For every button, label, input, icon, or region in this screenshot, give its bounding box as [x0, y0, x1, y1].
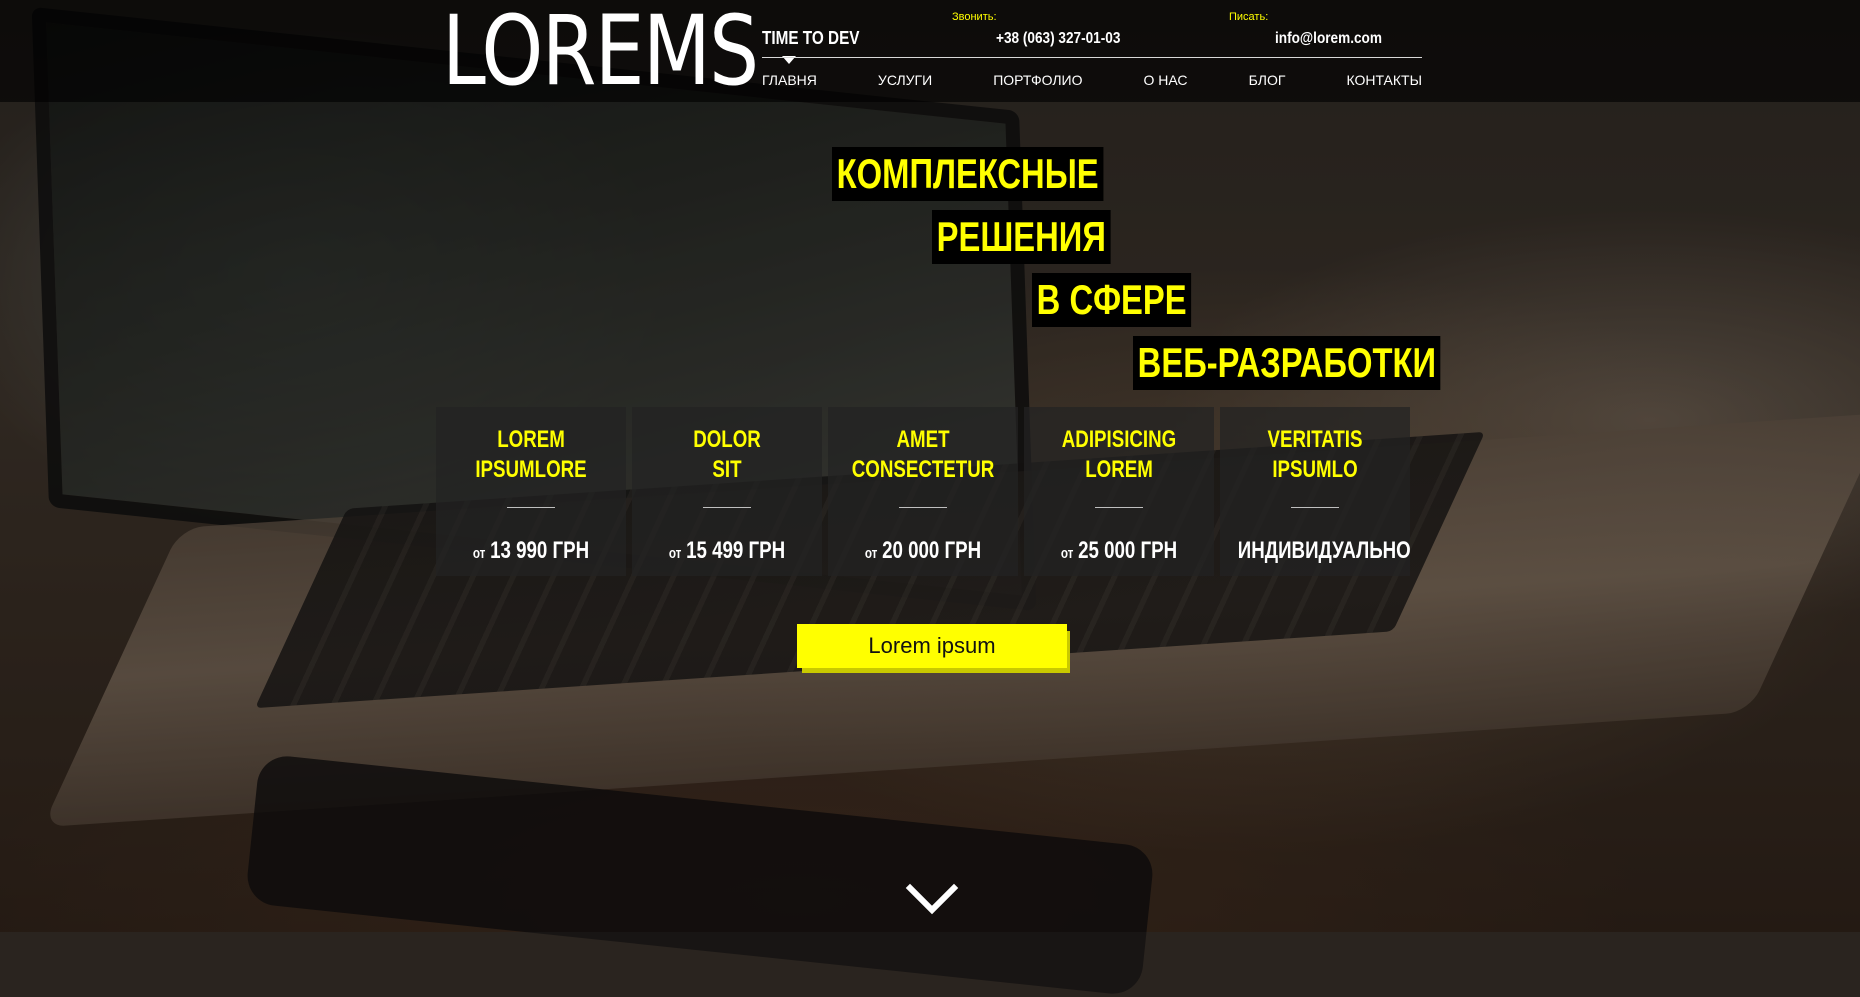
price-card[interactable]: LOREM IPSUMLORE от 13 990 ГРН	[436, 407, 626, 576]
card-price: от 25 000 ГРН	[1060, 537, 1178, 564]
card-divider	[899, 507, 947, 508]
card-divider	[703, 507, 751, 508]
hero-title-line-3: В СФЕРЕ	[1032, 273, 1192, 327]
card-title: ADIPISICING LOREM	[1061, 426, 1177, 483]
price-cards: LOREM IPSUMLORE от 13 990 ГРН DOLOR SIT от 1…	[436, 407, 1411, 576]
nav-item-portfolio[interactable]: ПОРТФОЛИО	[993, 72, 1082, 88]
card-divider	[1095, 507, 1143, 508]
phone-number[interactable]: +38 (063) 327-01-03	[996, 30, 1120, 48]
card-title: DOLOR SIT	[693, 426, 761, 483]
nav-item-blog[interactable]: БЛОГ	[1249, 72, 1286, 88]
nav-item-home[interactable]: ГЛАВНЯ	[762, 72, 817, 88]
card-price: от 15 499 ГРН	[668, 537, 786, 564]
hero-title-line-2: РЕШЕНИЯ	[932, 210, 1111, 264]
card-title: LOREM IPSUMLORE	[475, 426, 587, 483]
tagline: TIME TO DEV	[762, 28, 860, 48]
card-divider	[507, 507, 555, 508]
nav-item-services[interactable]: УСЛУГИ	[878, 72, 932, 88]
chevron-down-icon[interactable]	[905, 880, 959, 920]
email-label: Писать:	[1229, 11, 1269, 23]
card-price: ИНДИВИДУАЛЬНО	[1237, 537, 1411, 564]
card-title: AMET CONSECTETUR	[851, 426, 995, 483]
phone-label: Звонить:	[952, 11, 997, 23]
site-logo[interactable]: LOREMS	[442, 0, 759, 102]
price-card[interactable]: AMET CONSECTETUR от 20 000 ГРН	[828, 407, 1018, 576]
card-divider	[1291, 507, 1339, 508]
hero-title-line-1: КОМПЛЕКСНЫЕ	[832, 147, 1104, 201]
nav-item-contacts[interactable]: КОНТАКТЫ	[1346, 72, 1422, 88]
main-nav: ГЛАВНЯ УСЛУГИ ПОРТФОЛИО О НАС БЛОГ КОНТА…	[762, 72, 1422, 88]
hero-title-line-4: ВЕБ-РАЗРАБОТКИ	[1133, 336, 1441, 390]
price-card[interactable]: DOLOR SIT от 15 499 ГРН	[632, 407, 822, 576]
site-header: LOREMS TIME TO DEV Звонить: +38 (063) 32…	[0, 0, 1860, 102]
email-address[interactable]: info@lorem.com	[1275, 30, 1382, 48]
card-title: VERITATIS IPSUMLO	[1267, 426, 1363, 483]
card-price: от 13 990 ГРН	[472, 537, 590, 564]
header-divider	[762, 57, 1422, 58]
price-card[interactable]: ADIPISICING LOREM от 25 000 ГРН	[1024, 407, 1214, 576]
card-price: от 20 000 ГРН	[864, 537, 982, 564]
price-card[interactable]: VERITATIS IPSUMLO ИНДИВИДУАЛЬНО	[1220, 407, 1411, 576]
nav-item-about[interactable]: О НАС	[1144, 72, 1188, 88]
cta-button[interactable]: Lorem ipsum	[797, 624, 1067, 668]
